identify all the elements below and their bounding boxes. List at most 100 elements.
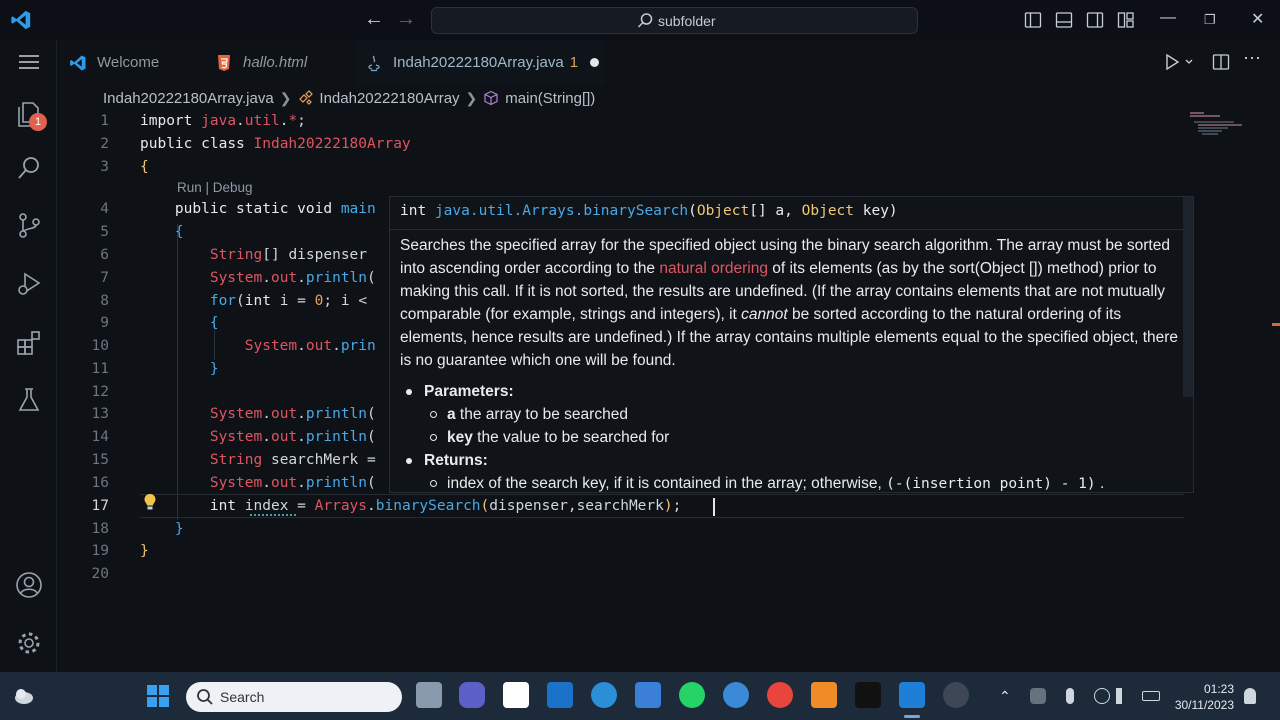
help-icon[interactable] (591, 682, 617, 708)
accounts-icon[interactable] (14, 570, 44, 600)
gmail-icon[interactable] (503, 682, 529, 708)
code-line-8: for(int i = 0; i < (209, 293, 368, 309)
tab-hallo-html[interactable]: hallo.html (215, 40, 355, 85)
code-line-17: int index = Arrays.binarySearch(dispense… (209, 498, 682, 514)
chevron-right-icon: ❯ (279, 89, 292, 106)
chevron-up-icon[interactable]: ⌃ (999, 688, 1015, 704)
returns-description: index of the search key, if it is contai… (430, 475, 1104, 492)
line-number: 13 (91, 406, 109, 422)
source-control-icon[interactable] (14, 210, 44, 240)
breadcrumb-method[interactable]: main(String[]) (505, 90, 595, 107)
toggle-panel-icon[interactable] (1055, 11, 1073, 29)
forward-arrow-icon[interactable]: → (396, 8, 416, 31)
taskbar-clock[interactable]: 01:23 30/11/2023 (1170, 681, 1234, 713)
popup-scrollbar[interactable] (1183, 197, 1193, 397)
volume-icon[interactable] (1116, 688, 1124, 704)
command-center-search[interactable]: subfolder (431, 7, 918, 34)
code-line-13: System.out.println( (209, 406, 376, 422)
weather-icon[interactable] (12, 685, 36, 707)
back-arrow-icon[interactable]: ← (364, 8, 384, 31)
minimap-line (1198, 124, 1242, 126)
circle-bullet-icon (430, 480, 437, 488)
notification-bell-icon[interactable] (1244, 688, 1256, 704)
line-number: 20 (91, 566, 109, 582)
code-line-1: import java.util.*; (140, 113, 306, 129)
line-number: 12 (91, 384, 109, 400)
line-number: 19 (91, 543, 109, 559)
circle-bullet-icon (430, 434, 437, 442)
extensions-icon[interactable] (14, 328, 44, 358)
minimap-line (1190, 112, 1204, 114)
method-cube-icon (484, 90, 498, 106)
customize-layout-icon[interactable] (1117, 11, 1135, 29)
minimize-icon[interactable]: — (1160, 9, 1176, 27)
lightbulb-icon[interactable] (143, 493, 157, 511)
taskbar-search-box[interactable]: Search (186, 682, 402, 712)
myhp-icon[interactable] (547, 682, 573, 708)
terminal-icon[interactable] (855, 682, 881, 708)
chrome-icon[interactable] (767, 682, 793, 708)
split-editor-icon[interactable] (1212, 53, 1230, 71)
obs-icon[interactable] (943, 682, 969, 708)
code-line-7: System.out.println( (209, 270, 376, 286)
microphone-icon[interactable] (1066, 688, 1074, 704)
whatsapp-icon[interactable] (679, 682, 705, 708)
tab-label: hallo.html (243, 54, 308, 71)
vscode-taskbar-icon[interactable] (899, 682, 925, 708)
hover-documentation-popup[interactable]: int java.util.Arrays.binarySearch(Object… (389, 196, 1194, 493)
minimap-line (1190, 115, 1220, 117)
menu-icon[interactable] (14, 48, 44, 76)
testing-flask-icon[interactable] (14, 385, 44, 415)
battery-icon[interactable] (1142, 691, 1160, 701)
unsaved-dot-icon[interactable] (590, 58, 600, 67)
browser-icon[interactable] (723, 682, 749, 708)
signature-divider (390, 229, 1193, 230)
breadcrumb: Indah20222180Array.java ❯ Indah20222180A… (103, 88, 595, 108)
html5-icon (218, 54, 230, 71)
cloud-icon[interactable] (1030, 688, 1046, 704)
code-line-2: public class Indah20222180Array (140, 136, 411, 152)
language-globe-icon[interactable] (1094, 688, 1110, 704)
search-icon[interactable] (14, 153, 44, 183)
manage-gear-icon[interactable] (14, 628, 44, 658)
minimap-line (1198, 130, 1222, 132)
line-number: 11 (91, 361, 109, 377)
code-line-16: System.out.println( (209, 475, 376, 491)
run-and-debug-icon[interactable] (14, 268, 44, 298)
natural-ordering-link[interactable]: natural ordering (659, 260, 768, 277)
task-view-icon[interactable] (416, 682, 442, 708)
xampp-icon[interactable] (811, 682, 837, 708)
minimap-line (1202, 133, 1218, 135)
more-actions-icon[interactable]: ⋯ (1243, 48, 1261, 68)
codelens-run-debug[interactable]: Run | Debug (177, 180, 253, 195)
restore-icon[interactable]: ❐ (1204, 12, 1216, 28)
parameters-heading: Parameters: (406, 383, 514, 401)
tab-label: Indah20222180Array.java (393, 54, 564, 71)
warning-squiggle (250, 513, 296, 516)
circle-bullet-icon (430, 411, 437, 419)
vscode-logo-icon[interactable] (10, 9, 32, 31)
chat-icon[interactable] (459, 682, 485, 708)
tab-welcome[interactable]: Welcome (69, 40, 209, 85)
line-number: 9 (100, 315, 109, 331)
toggle-secondary-sidebar-icon[interactable] (1086, 11, 1104, 29)
tab-problem-count: 1 (569, 54, 579, 71)
search-icon (197, 689, 213, 705)
line-number: 6 (100, 247, 109, 263)
windows-start-icon[interactable] (146, 684, 170, 708)
line-number: 16 (91, 475, 109, 491)
tab-indah-array-java[interactable]: Indah20222180Array.java 1 (357, 40, 605, 85)
notepad-icon[interactable] (635, 682, 661, 708)
minimap-line (1198, 127, 1228, 129)
code-line-4: public static void main (174, 201, 376, 217)
run-java-icon[interactable] (1165, 53, 1195, 71)
command-center-text: subfolder (658, 13, 716, 29)
explorer-badge: 1 (29, 113, 47, 131)
breadcrumb-class[interactable]: Indah20222180Array (319, 90, 459, 107)
param-key: key the value to be searched for (430, 429, 669, 447)
breadcrumb-file[interactable]: Indah20222180Array.java (103, 90, 274, 107)
bullet-icon (406, 457, 412, 464)
close-icon[interactable]: ✕ (1251, 9, 1264, 29)
line-number-current: 17 (91, 498, 109, 514)
toggle-primary-sidebar-icon[interactable] (1024, 11, 1042, 29)
